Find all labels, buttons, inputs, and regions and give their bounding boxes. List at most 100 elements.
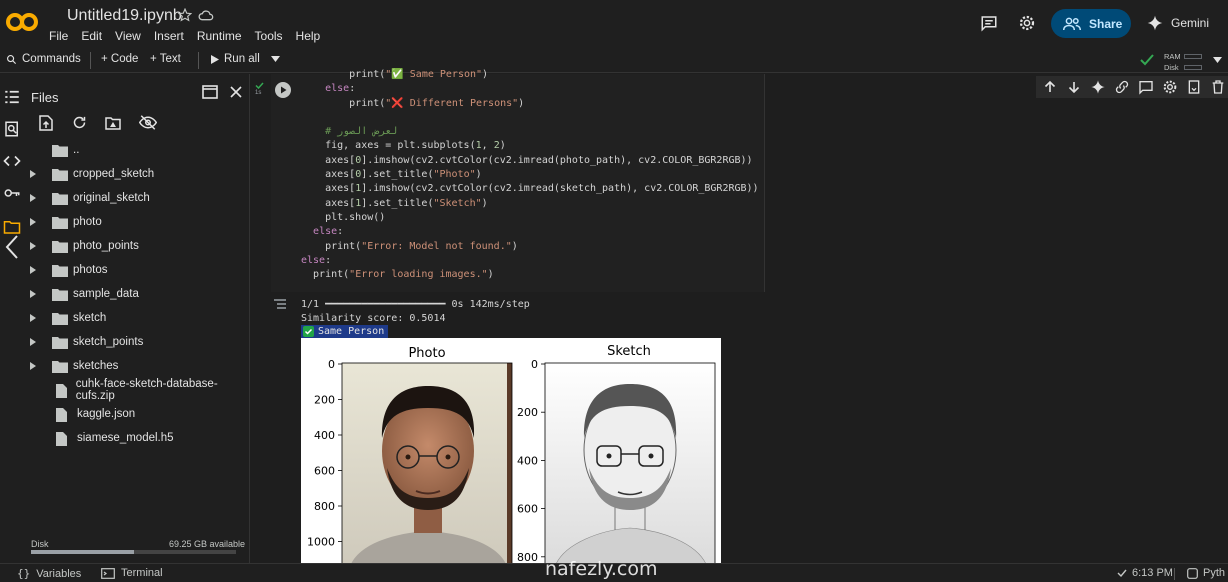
- refresh-icon[interactable]: [72, 115, 87, 130]
- variables-button[interactable]: {} Variables: [17, 567, 81, 580]
- variables-label: Variables: [36, 567, 82, 580]
- link-icon[interactable]: [1114, 79, 1130, 95]
- folder-item[interactable]: photo_points: [26, 234, 248, 258]
- upload-file-icon[interactable]: [39, 115, 53, 131]
- gemini-sparkle-icon[interactable]: [1090, 79, 1106, 95]
- folder-item[interactable]: ..: [26, 138, 248, 162]
- close-icon[interactable]: [230, 86, 242, 98]
- menu-edit[interactable]: Edit: [81, 29, 102, 43]
- resources-chevron-icon[interactable]: [1213, 57, 1222, 63]
- secrets-key-icon[interactable]: [3, 184, 21, 202]
- file-item[interactable]: kaggle.json: [26, 402, 248, 426]
- file-name: original_sketch: [73, 192, 150, 204]
- expand-arrow-icon[interactable]: [30, 218, 40, 226]
- table-of-contents-icon[interactable]: [3, 88, 21, 106]
- mirror-tab-icon[interactable]: [1186, 79, 1202, 95]
- terminal-button[interactable]: Terminal: [101, 567, 163, 579]
- commands-label: Commands: [22, 53, 81, 65]
- search-icon: [6, 54, 17, 65]
- folder-item[interactable]: sketch: [26, 306, 248, 330]
- delete-icon[interactable]: [1210, 79, 1226, 95]
- execution-time[interactable]: 6:13 PM: [1117, 567, 1173, 579]
- expand-arrow-icon[interactable]: [30, 338, 40, 346]
- collapse-chevron-icon[interactable]: [4, 234, 22, 259]
- folder-item[interactable]: sample_data: [26, 282, 248, 306]
- commands-button[interactable]: Commands: [6, 53, 81, 65]
- hide-files-icon[interactable]: [139, 115, 157, 130]
- find-replace-icon[interactable]: [3, 120, 21, 138]
- folder-item[interactable]: photos: [26, 258, 248, 282]
- menu-insert[interactable]: Insert: [154, 29, 184, 43]
- expand-arrow-icon[interactable]: [30, 290, 40, 298]
- expand-arrow-icon[interactable]: [30, 242, 40, 250]
- python-icon: [1187, 567, 1198, 579]
- cell-settings-icon[interactable]: [1162, 79, 1178, 95]
- exec-time: 1s: [255, 90, 262, 96]
- files-panel: Files .. cropped_sketch original_sketch pho…: [26, 74, 250, 564]
- code-snippets-icon[interactable]: [3, 152, 21, 170]
- move-up-icon[interactable]: [1042, 79, 1058, 95]
- file-name: kaggle.json: [77, 408, 136, 420]
- photo-y-ticks: 0 200 400 600 800 1000: [307, 358, 342, 549]
- mount-drive-icon[interactable]: [105, 116, 121, 130]
- matplotlib-figure: Photo 0 200 400 600 800 1000 Sketch 0 20…: [301, 338, 721, 564]
- file-item[interactable]: siamese_model.h5: [26, 426, 248, 450]
- comment-icon[interactable]: [1138, 79, 1154, 95]
- menu-view[interactable]: View: [115, 29, 141, 43]
- add-code-button[interactable]: + Code: [101, 53, 138, 65]
- folder-item[interactable]: cropped_sketch: [26, 162, 248, 186]
- folder-item[interactable]: sketch_points: [26, 330, 248, 354]
- sketch-y-tick-label: 200: [517, 406, 538, 419]
- file-name: ..: [73, 144, 80, 156]
- file-name: siamese_model.h5: [77, 432, 174, 444]
- open-in-window-icon[interactable]: [202, 85, 218, 99]
- menu-tools[interactable]: Tools: [255, 29, 283, 43]
- sketch-y-tick-label: 400: [517, 454, 538, 467]
- comments-icon[interactable]: [980, 14, 998, 32]
- add-text-button[interactable]: + Text: [150, 53, 181, 65]
- folder-item[interactable]: original_sketch: [26, 186, 248, 210]
- chevron-down-icon[interactable]: [270, 56, 280, 62]
- menu-runtime[interactable]: Runtime: [197, 29, 242, 43]
- output-menu-icon[interactable]: [273, 298, 287, 310]
- sketch-y-tick-label: 800: [517, 551, 538, 564]
- code-line: axes[1].set_title("Sketch"): [301, 197, 488, 209]
- code-line: fig, axes = plt.subplots(1, 2): [301, 140, 506, 152]
- folder-item[interactable]: sketches: [26, 354, 248, 378]
- code-editor[interactable]: print("✅ Same Person") else: print("❌ Di…: [301, 68, 759, 282]
- code-line: axes[1].imshow(cv2.cvtColor(cv2.imread(s…: [301, 183, 759, 195]
- expand-arrow-icon[interactable]: [30, 194, 40, 202]
- terminal-icon: [101, 567, 115, 579]
- code-line: print("✅ Same Person"): [301, 69, 489, 80]
- python-runtime[interactable]: Pyth: [1187, 567, 1225, 579]
- folder-item[interactable]: photo: [26, 210, 248, 234]
- file-item[interactable]: cuhk-face-sketch-database-cufs.zip: [26, 378, 248, 402]
- settings-gear-icon[interactable]: [1018, 14, 1036, 32]
- sketch-y-tick-label: 0: [531, 358, 538, 371]
- run-all-button[interactable]: Run all: [211, 53, 280, 65]
- gemini-label: Gemini: [1171, 16, 1210, 30]
- gemini-button[interactable]: Gemini: [1147, 12, 1209, 34]
- ram-bar: [1184, 54, 1202, 59]
- share-button[interactable]: Share: [1051, 9, 1131, 38]
- move-down-icon[interactable]: [1066, 79, 1082, 95]
- share-label: Share: [1089, 16, 1123, 31]
- expand-arrow-icon[interactable]: [30, 266, 40, 274]
- notebook-title[interactable]: Untitled19.ipynb: [67, 7, 182, 25]
- ram-disk-indicator[interactable]: RAM Disk: [1164, 51, 1202, 73]
- code-cell[interactable]: 1s print("✅ Same Person") else: print("❌…: [251, 69, 765, 292]
- file-name: sketch_points: [73, 336, 144, 348]
- expand-arrow-icon[interactable]: [30, 170, 40, 178]
- menu-file[interactable]: File: [49, 29, 68, 43]
- cloud-saved-icon[interactable]: [198, 8, 214, 22]
- code-line: plt.show(): [301, 211, 386, 223]
- expand-arrow-icon[interactable]: [30, 362, 40, 370]
- colab-logo[interactable]: [6, 9, 38, 35]
- star-icon[interactable]: [178, 8, 192, 22]
- photo-y-tick-label: 0: [328, 358, 335, 371]
- menu-help[interactable]: Help: [296, 29, 321, 43]
- run-cell-button[interactable]: [275, 82, 291, 98]
- expand-arrow-icon[interactable]: [30, 314, 40, 322]
- connected-check-icon[interactable]: [1140, 54, 1154, 66]
- code-line: else:: [301, 254, 332, 266]
